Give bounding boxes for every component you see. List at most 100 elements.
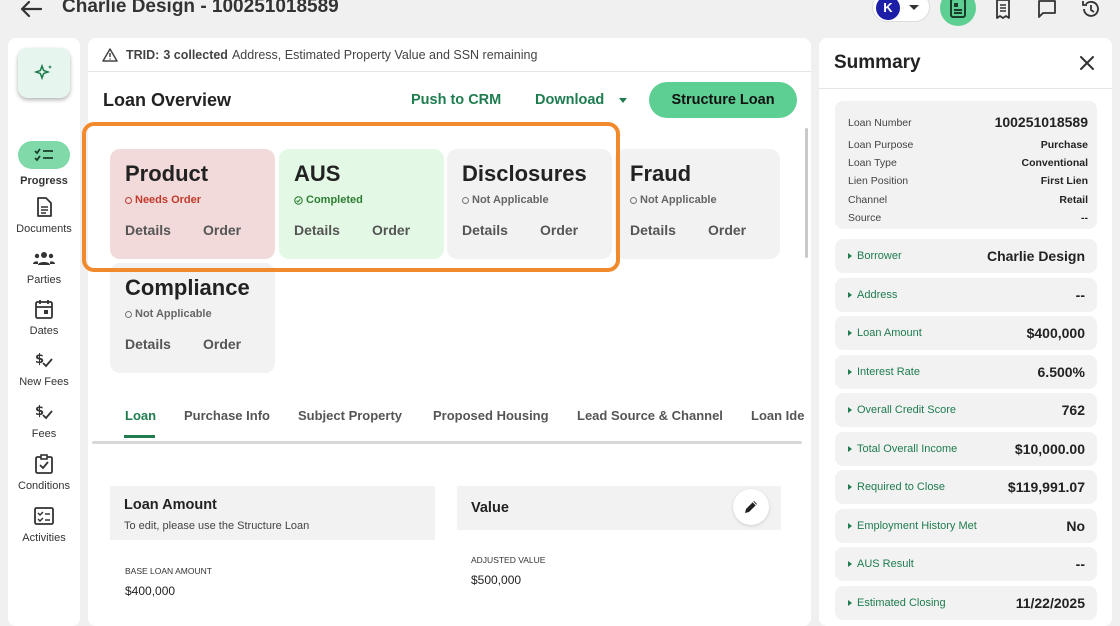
- tab-loan-identifiers[interactable]: Loan Ide: [751, 408, 804, 423]
- status-badge: Not Applicable: [125, 308, 212, 320]
- trid-count: 3 collected: [163, 47, 228, 62]
- section-title: Loan Amount: [124, 497, 217, 513]
- pencil-icon: [745, 501, 757, 513]
- tab-loan[interactable]: Loan: [125, 408, 156, 423]
- messages-button[interactable]: [1030, 0, 1064, 26]
- status-text: Not Applicable: [640, 194, 717, 206]
- download-button[interactable]: Download: [535, 92, 604, 108]
- tab-lead-source-channel[interactable]: Lead Source & Channel: [577, 408, 723, 423]
- item-label: Required to Close: [857, 481, 946, 493]
- nav-item-conditions[interactable]: Conditions: [8, 452, 80, 492]
- divider: [819, 88, 1112, 89]
- ai-assistant-button[interactable]: [18, 48, 70, 98]
- row-value: Conventional: [1021, 157, 1088, 169]
- trid-remaining: Address, Estimated Property Value and SS…: [231, 47, 538, 62]
- adjusted-value-value: $500,000: [471, 573, 522, 587]
- loan-number-value: 100251018589: [994, 114, 1088, 130]
- active-tab-indicator: [124, 435, 155, 438]
- tab-scrollbar[interactable]: [92, 441, 802, 444]
- summary-item-estimated-closing[interactable]: Estimated Closing 11/22/2025: [835, 586, 1097, 620]
- push-to-crm-button[interactable]: Push to CRM: [411, 92, 501, 108]
- svg-text:$: $: [35, 352, 44, 367]
- tab-proposed-housing[interactable]: Proposed Housing: [433, 408, 549, 423]
- structure-loan-button[interactable]: Structure Loan: [649, 82, 797, 118]
- row-value: --: [1081, 212, 1088, 224]
- activities-icon: [34, 507, 54, 525]
- loan-file-button[interactable]: [940, 0, 976, 26]
- row-value: First Lien: [1040, 175, 1088, 187]
- item-value: $119,991.07: [1007, 479, 1085, 495]
- summary-item-borrower[interactable]: Borrower Charlie Design: [835, 239, 1097, 273]
- row-label: Loan Number: [848, 117, 912, 129]
- progress-pill[interactable]: [18, 141, 70, 169]
- item-value: $10,000.00: [1014, 441, 1085, 457]
- caret-right-icon: [848, 446, 852, 452]
- notes-button[interactable]: [986, 0, 1020, 26]
- details-button[interactable]: Details: [125, 336, 171, 352]
- tab-purchase-info[interactable]: Purchase Info: [184, 408, 270, 423]
- top-bar: Charlie Design - 100251018589 K: [0, 0, 1120, 30]
- caret-right-icon: [848, 253, 852, 259]
- item-value: No: [1066, 518, 1085, 534]
- user-menu[interactable]: K: [872, 0, 930, 22]
- order-button[interactable]: Order: [708, 222, 746, 238]
- nav-item-dates[interactable]: Dates: [8, 297, 80, 337]
- item-value: 6.500%: [1037, 364, 1085, 380]
- back-arrow-icon[interactable]: [20, 0, 42, 18]
- tab-subject-property[interactable]: Subject Property: [298, 408, 402, 423]
- summary-panel: Summary Loan Number 100251018589 Loan Pu…: [819, 38, 1112, 626]
- fees-icon: $: [35, 352, 53, 368]
- nav-item-activities[interactable]: Activities: [8, 504, 80, 544]
- item-label: Total Overall Income: [857, 443, 958, 455]
- base-loan-amount-value: $400,000: [125, 584, 176, 598]
- compliance-card: Compliance Not Applicable Details Order: [110, 263, 275, 373]
- caret-right-icon: [848, 600, 852, 606]
- highlight-outline: [82, 122, 620, 272]
- row-value: Purchase: [1040, 139, 1088, 151]
- scrollbar[interactable]: [805, 128, 808, 258]
- caret-right-icon: [848, 292, 852, 298]
- order-button[interactable]: Order: [203, 336, 241, 352]
- status-icon: [630, 196, 637, 204]
- details-button[interactable]: Details: [630, 222, 676, 238]
- sparkle-icon: [33, 63, 52, 81]
- nav-item-new-fees[interactable]: $ New Fees: [8, 348, 80, 388]
- warning-icon: [102, 47, 118, 62]
- nav-label: Conditions: [18, 480, 70, 492]
- loan-amount-section: Loan Amount To edit, please use the Stru…: [110, 486, 435, 540]
- item-label: Borrower: [857, 250, 902, 262]
- summary-item-total-income[interactable]: Total Overall Income $10,000.00: [835, 432, 1097, 466]
- document-icon: [950, 0, 966, 18]
- summary-item-aus-result[interactable]: AUS Result --: [835, 547, 1097, 581]
- edit-value-button[interactable]: [733, 489, 769, 525]
- svg-text:$: $: [35, 404, 44, 419]
- summary-title: Summary: [834, 52, 921, 73]
- left-nav: Progress Documents Parties Dates $ New F…: [8, 38, 80, 626]
- summary-item-employment-history[interactable]: Employment History Met No: [835, 509, 1097, 543]
- parties-icon: [33, 252, 55, 265]
- avatar[interactable]: K: [876, 0, 900, 20]
- chevron-down-icon[interactable]: [619, 98, 627, 103]
- item-label: Overall Credit Score: [857, 404, 957, 416]
- nav-item-parties[interactable]: Parties: [8, 246, 80, 286]
- item-value: $400,000: [1026, 325, 1085, 341]
- chevron-down-icon: [909, 5, 919, 10]
- summary-item-interest-rate[interactable]: Interest Rate 6.500%: [835, 355, 1097, 389]
- summary-item-address[interactable]: Address --: [835, 278, 1097, 312]
- nav-item-documents[interactable]: Documents: [8, 195, 80, 235]
- status-badge: Not Applicable: [630, 194, 717, 206]
- loan-details-box: Loan Number 100251018589 Loan Purpose Pur…: [835, 101, 1097, 229]
- caret-right-icon: [848, 407, 852, 413]
- section-subtitle: To edit, please use the Structure Loan: [124, 520, 310, 532]
- nav-label: Dates: [29, 325, 59, 337]
- summary-item-credit-score[interactable]: Overall Credit Score 762: [835, 393, 1097, 427]
- caret-right-icon: [848, 369, 852, 375]
- close-icon[interactable]: [1077, 53, 1097, 73]
- base-loan-amount-label: BASE LOAN AMOUNT: [125, 566, 212, 576]
- nav-item-fees[interactable]: $ Fees: [8, 400, 80, 440]
- row-label: Channel: [848, 194, 888, 206]
- summary-item-loan-amount[interactable]: Loan Amount $400,000: [835, 316, 1097, 350]
- history-button[interactable]: [1074, 0, 1108, 26]
- summary-item-required-to-close[interactable]: Required to Close $119,991.07: [835, 470, 1097, 504]
- nav-item-progress[interactable]: Progress: [8, 141, 80, 187]
